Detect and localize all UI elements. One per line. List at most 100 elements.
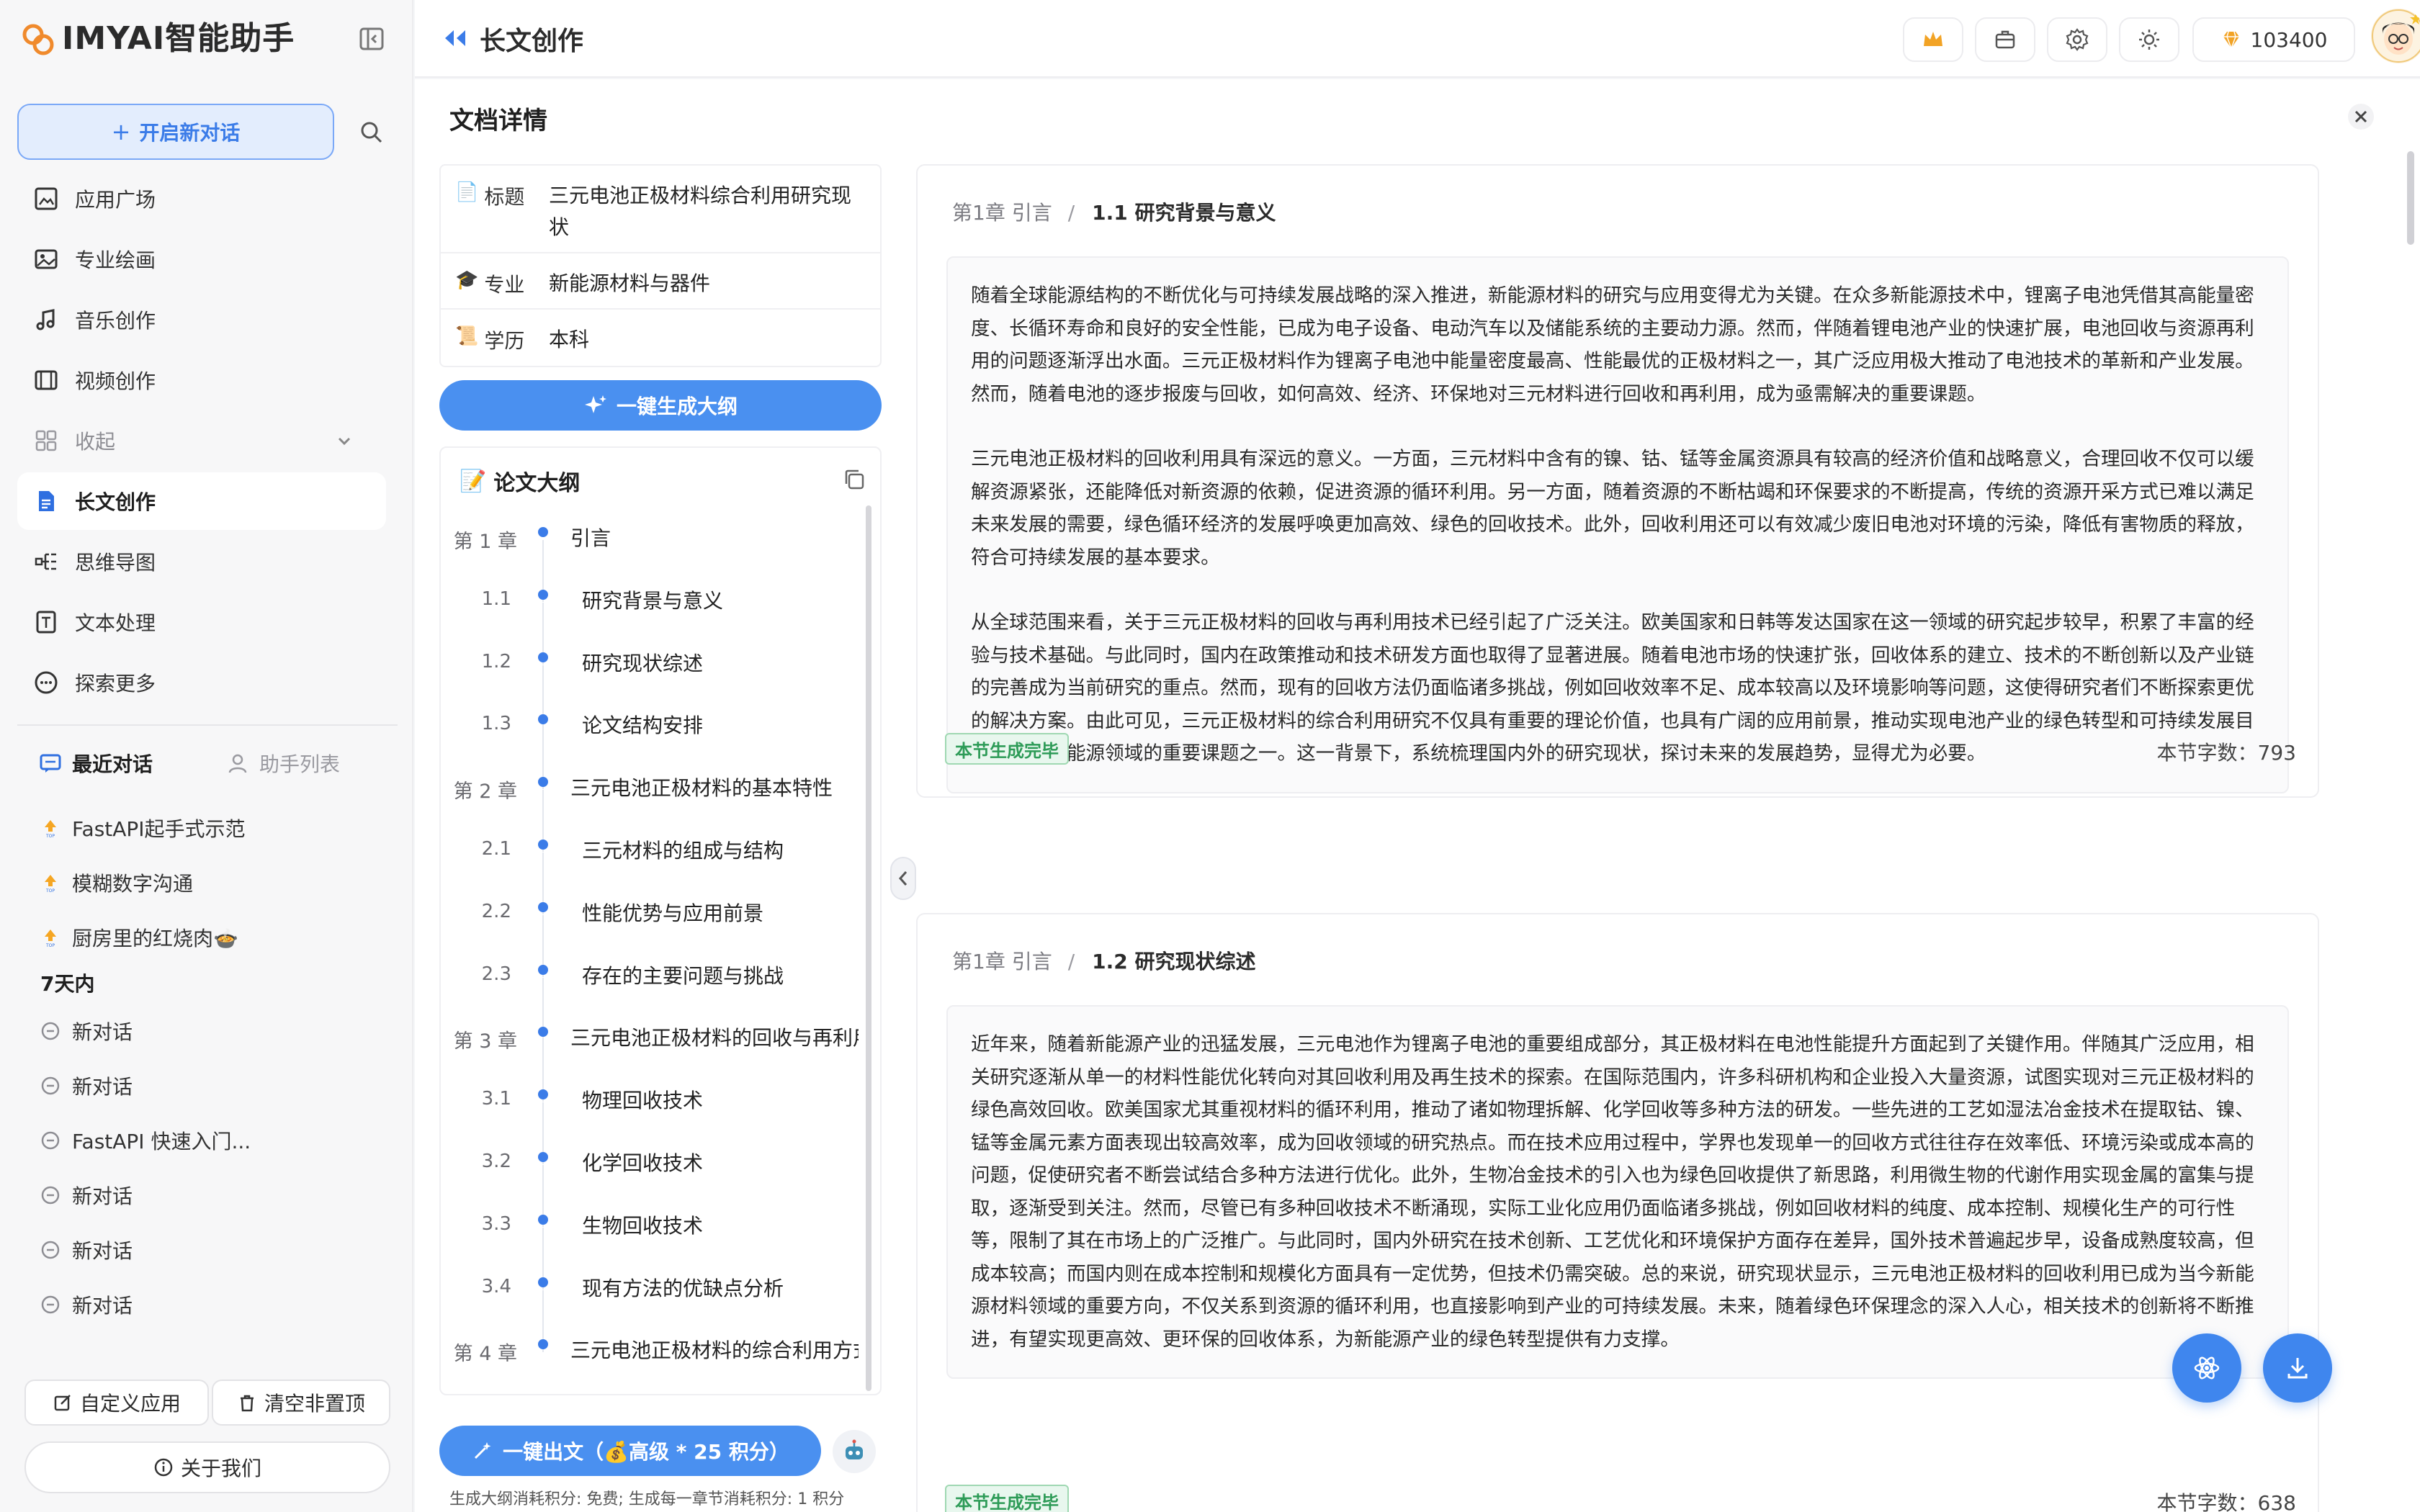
outline-dot bbox=[538, 589, 548, 600]
outline-section[interactable]: 2.1 三元材料的组成与结构 bbox=[441, 818, 866, 914]
history-item[interactable]: FastAPI 快速入门... bbox=[17, 1113, 392, 1168]
outline-panel: 📝 论文大纲 第 1 章 引言 1.1 研究背景与意义 1.2 研究现状综述 1.3 论文结构… bbox=[439, 446, 882, 1395]
section-card: 第1章 引言 / 1.2 研究现状综述 近年来，随着新能源产业的迅猛发展，三元电池作… bbox=[916, 913, 2319, 1512]
history-item[interactable]: 新对话 bbox=[17, 1277, 392, 1332]
outline-chapter[interactable]: 第 3 章 三元电池正极材料的回收与再利用 bbox=[441, 1005, 866, 1102]
outline-section[interactable]: 2.3 存在的主要问题与挑战 bbox=[441, 943, 866, 1040]
back-icon[interactable] bbox=[442, 27, 468, 49]
outline-section[interactable]: 1.3 论文结构安排 bbox=[441, 693, 866, 790]
history-item-pinned[interactable]: TOP 厨房里的红烧肉🍲 bbox=[17, 910, 392, 965]
main-scrollbar[interactable] bbox=[2407, 151, 2414, 245]
theme-toggle-button[interactable] bbox=[2119, 17, 2179, 62]
outline-section[interactable]: 1.2 研究现状综述 bbox=[441, 631, 866, 727]
generate-full-text-button[interactable]: 一键出文（💰高级 * 25 积分） bbox=[439, 1426, 821, 1476]
chat-circle-icon bbox=[40, 1130, 60, 1151]
points-value: 103400 bbox=[2250, 27, 2328, 52]
outline-section[interactable]: 3.1 物理回收技术 bbox=[441, 1068, 866, 1165]
points-balance[interactable]: 103400 bbox=[2192, 17, 2355, 62]
sun-icon bbox=[2137, 27, 2161, 52]
outline-dot bbox=[538, 527, 548, 537]
outline-scrollbar[interactable] bbox=[866, 505, 871, 1391]
nav-item-explore-more[interactable]: 探索更多 bbox=[17, 654, 386, 711]
collapse-sidebar-icon[interactable] bbox=[357, 24, 386, 53]
panel-toggle[interactable] bbox=[890, 857, 916, 900]
generate-outline-button[interactable]: 一键生成大纲 bbox=[439, 380, 882, 431]
custom-app-label: 自定义应用 bbox=[79, 1392, 181, 1416]
section-card: 第1章 引言 / 1.1 研究背景与意义 随着全球能源结构的不断优化与可持续发展战略… bbox=[916, 164, 2319, 798]
settings-button[interactable] bbox=[2047, 17, 2107, 62]
custom-app-button[interactable]: 自定义应用 bbox=[24, 1380, 209, 1426]
chapter-label: 第1章 引言 bbox=[952, 201, 1052, 225]
generate-outline-label: 一键生成大纲 bbox=[616, 395, 738, 418]
graduation-cap-icon: 🎓 bbox=[455, 269, 479, 291]
section-label: 1.2 研究现状综述 bbox=[1092, 950, 1256, 973]
history-item[interactable]: 新对话 bbox=[17, 1168, 392, 1223]
nav-item-collapse[interactable]: 收起 bbox=[17, 412, 386, 469]
chat-bubble-icon bbox=[39, 752, 62, 775]
text-doc-icon bbox=[33, 609, 59, 635]
outline-number: 3.3 bbox=[481, 1212, 511, 1235]
history-item[interactable]: 新对话 bbox=[17, 1058, 392, 1113]
logo-icon bbox=[19, 20, 58, 59]
history-item[interactable]: 新对话 bbox=[17, 1223, 392, 1277]
section-content: 随着全球能源结构的不断优化与可持续发展战略的深入推进，新能源材料的研究与应用变得… bbox=[946, 256, 2289, 793]
new-chat-button[interactable]: + 开启新对话 bbox=[17, 104, 334, 160]
outline-chapter[interactable]: 第 1 章 引言 bbox=[441, 505, 866, 602]
nav-item-music[interactable]: 音乐创作 bbox=[17, 291, 386, 348]
copy-icon[interactable] bbox=[841, 467, 867, 492]
outline-chapter[interactable]: 第 2 章 三元电池正极材料的基本特性 bbox=[441, 755, 866, 852]
outline-section[interactable]: 3.4 现有方法的优缺点分析 bbox=[441, 1256, 866, 1352]
clear-unpinned-button[interactable]: 清空非置顶 bbox=[212, 1380, 390, 1426]
tab-recent-chats[interactable]: 最近对话 bbox=[39, 742, 153, 785]
toolbox-button[interactable] bbox=[1975, 17, 2035, 62]
history-item[interactable]: 新对话 bbox=[17, 1004, 392, 1058]
nav-label: 收起 bbox=[75, 430, 116, 454]
word-count: 本节字数：793 bbox=[2156, 741, 2296, 765]
outline-section[interactable]: 2.2 性能优势与应用前景 bbox=[441, 881, 866, 977]
history-group-7-days: 7天内 bbox=[40, 972, 95, 996]
logo[interactable]: IMYAI智能助手 bbox=[19, 19, 393, 59]
magic-wand-icon bbox=[471, 1439, 494, 1462]
chapter-label: 第1章 引言 bbox=[952, 950, 1052, 973]
download-button[interactable] bbox=[2263, 1333, 2332, 1403]
close-icon[interactable] bbox=[2347, 102, 2375, 131]
outline-section[interactable]: 3.3 生物回收技术 bbox=[441, 1193, 866, 1290]
outline-dot bbox=[538, 1089, 548, 1100]
outline-number: 3.4 bbox=[481, 1275, 511, 1297]
section-breadcrumb: 第1章 引言 / 1.1 研究背景与意义 bbox=[952, 197, 1276, 226]
robot-icon[interactable] bbox=[833, 1430, 876, 1473]
avatar[interactable] bbox=[2371, 9, 2420, 63]
info-value-degree: 本科 bbox=[549, 328, 590, 351]
pin-top-icon: TOP bbox=[40, 818, 60, 838]
info-icon bbox=[153, 1457, 174, 1477]
nav-item-video[interactable]: 视频创作 bbox=[17, 351, 386, 409]
breadcrumb-separator: / bbox=[1067, 201, 1075, 225]
history-label: 新对话 bbox=[72, 1294, 133, 1318]
outline-dot bbox=[538, 1214, 548, 1225]
info-key-label: 标题 bbox=[484, 185, 525, 209]
page-title: 长文创作 bbox=[480, 27, 584, 56]
logo-text: IMYAI智能助手 bbox=[62, 20, 295, 57]
section-label: 1.1 研究背景与意义 bbox=[1092, 201, 1276, 225]
nav-item-mindmap[interactable]: 思维导图 bbox=[17, 533, 386, 590]
history-item-pinned[interactable]: TOP FastAPI起手式示范 bbox=[17, 801, 392, 855]
nav-item-long-writing[interactable]: 长文创作 bbox=[17, 472, 386, 530]
outline-chapter[interactable]: 第 4 章 三元电池正极材料的综合利用方式 bbox=[441, 1318, 866, 1380]
sidebar: IMYAI智能助手 + 开启新对话 应用广场 专业绘画 音乐创作 视频创作 收起 bbox=[0, 0, 413, 1512]
outline-number: 第 2 章 bbox=[453, 780, 517, 804]
outline-section[interactable]: 3.2 化学回收技术 bbox=[441, 1130, 866, 1227]
outline-section[interactable]: 1.1 研究背景与意义 bbox=[441, 568, 866, 665]
page-icon: 📄 bbox=[455, 181, 479, 203]
nav-item-app-square[interactable]: 应用广场 bbox=[17, 170, 386, 228]
search-icon[interactable] bbox=[357, 118, 386, 147]
history-item-pinned[interactable]: TOP 模糊数字沟通 bbox=[17, 855, 392, 910]
outline-number: 3.2 bbox=[481, 1150, 511, 1172]
nav-label: 音乐创作 bbox=[75, 309, 156, 333]
about-us-button[interactable]: 关于我们 bbox=[24, 1441, 390, 1493]
tab-assistant-list[interactable]: 助手列表 bbox=[226, 742, 340, 785]
nav-item-text-processing[interactable]: 文本处理 bbox=[17, 593, 386, 651]
outline-dot bbox=[538, 777, 548, 788]
vip-button[interactable] bbox=[1903, 17, 1963, 62]
nav-item-painting[interactable]: 专业绘画 bbox=[17, 230, 386, 288]
ai-assist-button[interactable] bbox=[2172, 1333, 2241, 1403]
